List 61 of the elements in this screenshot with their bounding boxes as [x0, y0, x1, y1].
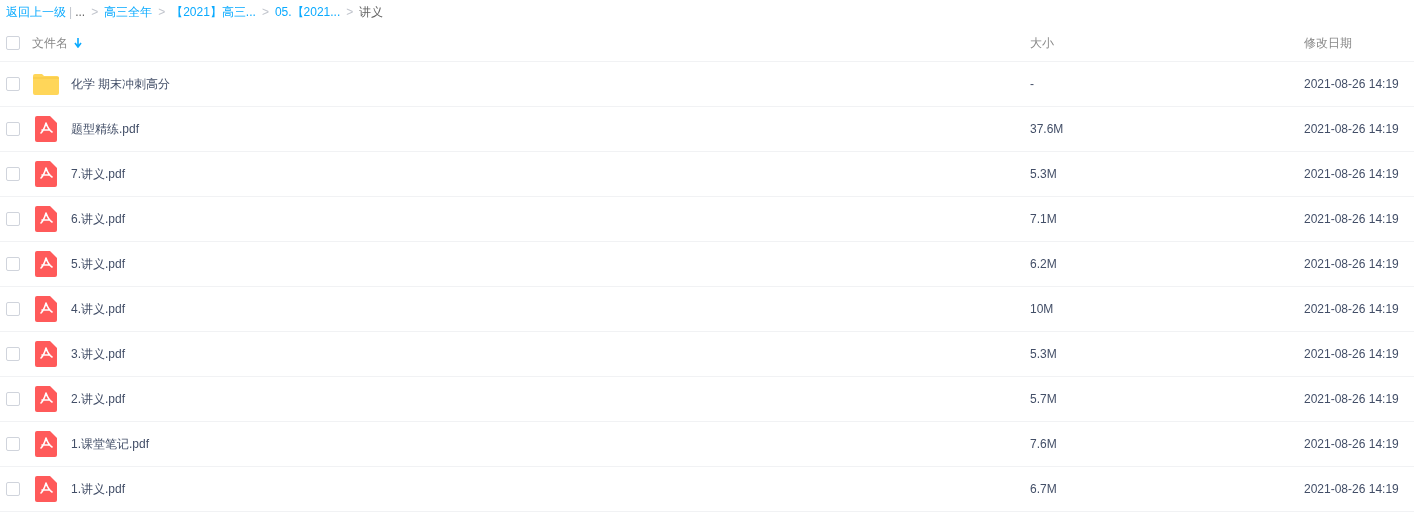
- pdf-file-icon: [35, 251, 57, 277]
- column-header[interactable]: 文件名: [32, 33, 68, 52]
- file-size: 10M: [1030, 301, 1055, 318]
- file-name[interactable]: 1.讲义.pdf: [71, 480, 126, 498]
- file-size: 7.6M: [1030, 436, 1058, 453]
- pdf-file-icon: [35, 386, 57, 412]
- breadcrumb-item: ...: [75, 4, 86, 21]
- pdf-file-icon: [35, 296, 57, 322]
- file-size: 37.6M: [1030, 121, 1065, 138]
- checkbox[interactable]: [6, 212, 20, 226]
- file-name[interactable]: 4.讲义.pdf: [71, 300, 126, 318]
- pdf-file-icon: [35, 206, 57, 232]
- pdf-file-icon: [35, 431, 57, 457]
- checkbox[interactable]: [6, 347, 20, 361]
- modified-date: 2021-08-26 14:19: [1304, 166, 1399, 183]
- file-size: 6.2M: [1030, 256, 1058, 273]
- checkbox[interactable]: [6, 392, 20, 406]
- modified-date: 2021-08-26 14:19: [1304, 211, 1399, 228]
- file-size: 5.3M: [1030, 166, 1058, 183]
- file-name[interactable]: 化学 期末冲刺高分: [71, 75, 171, 93]
- file-size: 5.7M: [1030, 391, 1058, 408]
- modified-date: 2021-08-26 14:19: [1304, 301, 1399, 318]
- checkbox[interactable]: [6, 35, 20, 50]
- modified-date: 2021-08-26 14:19: [1304, 76, 1399, 93]
- file-name[interactable]: 题型精练.pdf: [71, 120, 139, 138]
- pdf-file-icon: [35, 476, 57, 502]
- modified-date: 2021-08-26 14:19: [1304, 391, 1399, 408]
- column-header[interactable]: 大小: [1030, 33, 1054, 52]
- modified-date: 2021-08-26 14:19: [1304, 346, 1399, 363]
- modified-date: 2021-08-26 14:19: [1304, 121, 1399, 138]
- breadcrumb-separator: >: [261, 4, 269, 21]
- breadcrumb-divider: |: [69, 4, 73, 21]
- modified-date: 2021-08-26 14:19: [1304, 481, 1399, 498]
- modified-date: 2021-08-26 14:19: [1304, 436, 1399, 453]
- pdf-file-icon: [35, 341, 57, 367]
- checkbox[interactable]: [6, 482, 20, 496]
- file-name[interactable]: 3.讲义.pdf: [71, 345, 126, 363]
- file-size: 6.7M: [1030, 481, 1058, 498]
- checkbox[interactable]: [6, 257, 20, 271]
- checkbox[interactable]: [6, 122, 20, 136]
- checkbox[interactable]: [6, 167, 20, 181]
- breadcrumb-separator: >: [91, 4, 99, 21]
- checkbox[interactable]: [6, 302, 20, 316]
- file-name[interactable]: 1.课堂笔记.pdf: [71, 435, 150, 453]
- breadcrumb-separator: >: [158, 4, 166, 21]
- file-name[interactable]: 7.讲义.pdf: [71, 165, 126, 183]
- file-name[interactable]: 6.讲义.pdf: [71, 210, 126, 228]
- file-size: -: [1030, 76, 1035, 93]
- file-name[interactable]: 2.讲义.pdf: [71, 390, 126, 408]
- column-header[interactable]: 修改日期: [1304, 33, 1352, 52]
- pdf-file-icon: [35, 116, 57, 142]
- file-name[interactable]: 5.讲义.pdf: [71, 255, 126, 273]
- file-size: 7.1M: [1030, 211, 1058, 228]
- pdf-file-icon: [35, 161, 57, 187]
- checkbox[interactable]: [6, 437, 20, 451]
- file-size: 5.3M: [1030, 346, 1058, 363]
- breadcrumb-separator: >: [346, 4, 354, 21]
- breadcrumb-item: 讲义: [359, 4, 384, 21]
- modified-date: 2021-08-26 14:19: [1304, 256, 1399, 273]
- folder-icon: [32, 73, 60, 95]
- checkbox[interactable]: [6, 77, 20, 91]
